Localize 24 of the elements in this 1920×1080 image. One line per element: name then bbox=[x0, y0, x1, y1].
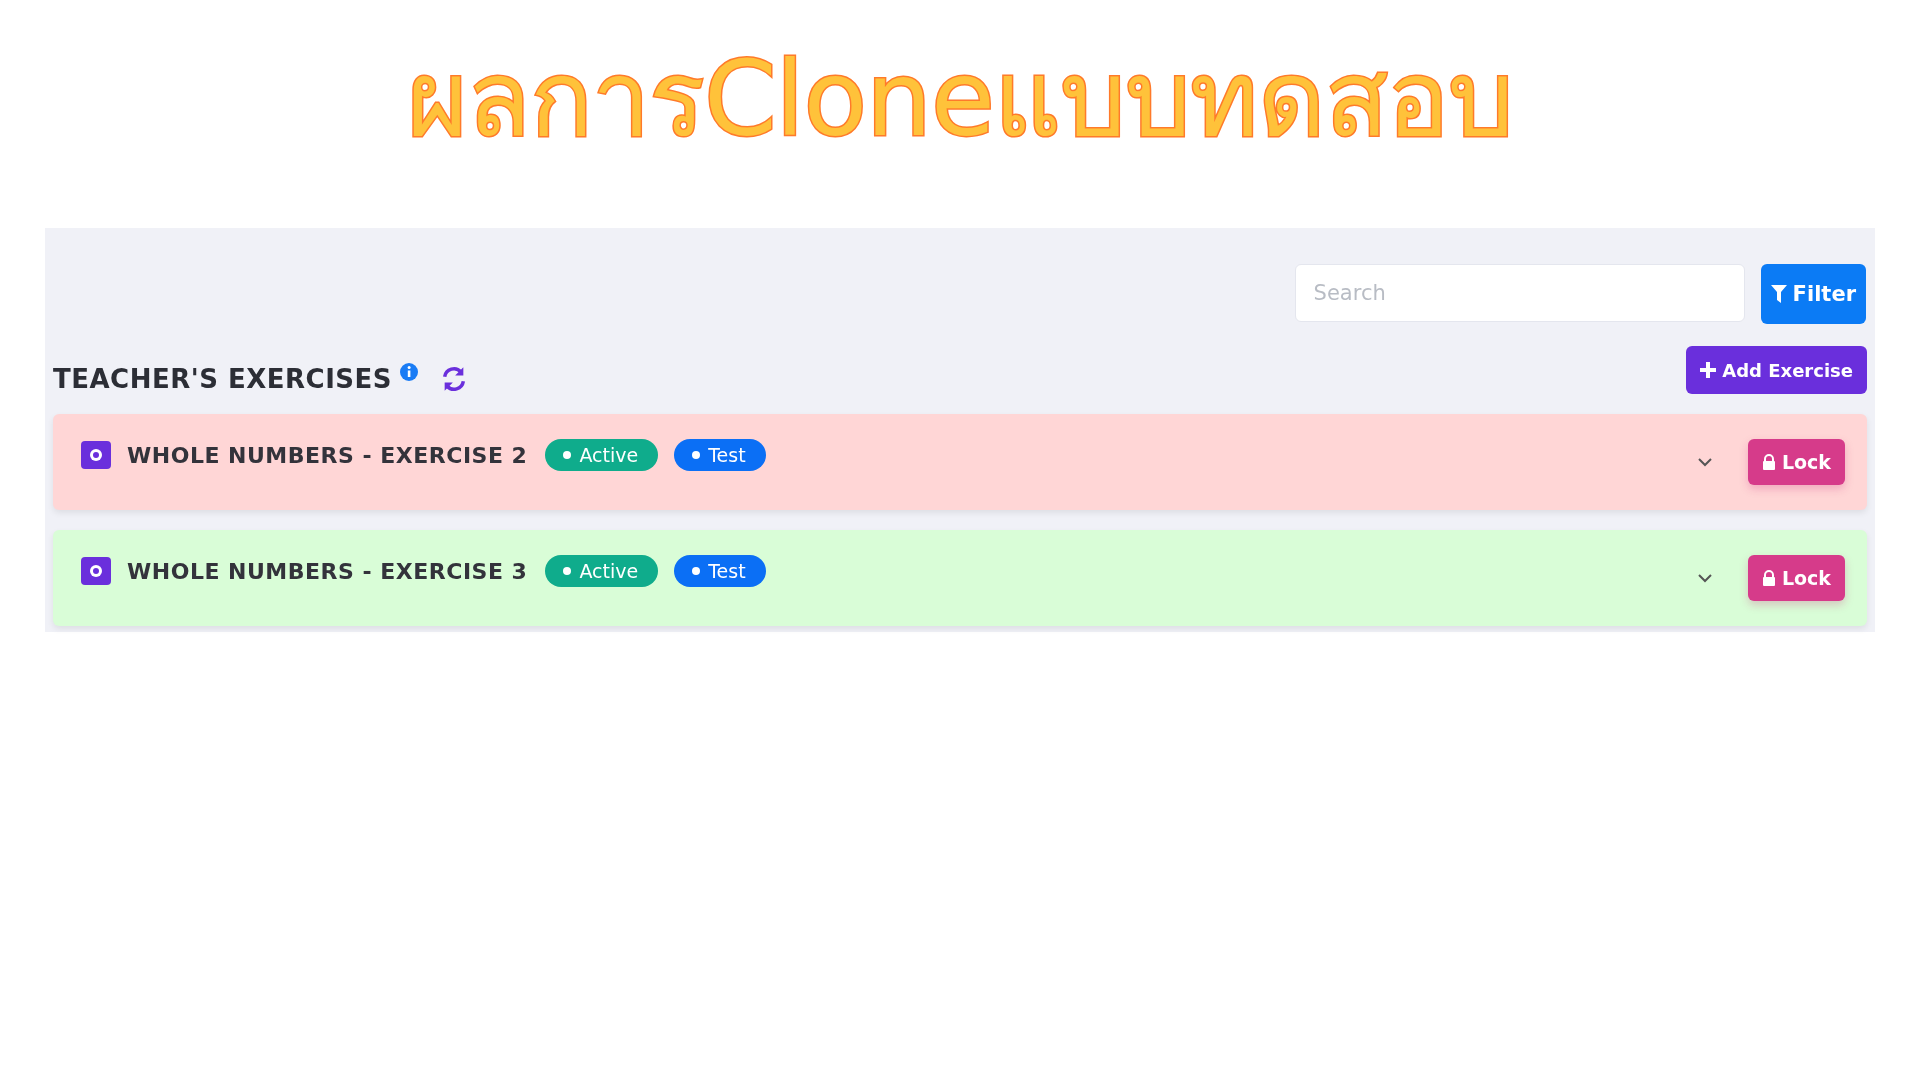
lock-icon bbox=[1761, 570, 1776, 586]
chevron-down-icon[interactable] bbox=[1697, 457, 1712, 467]
info-icon[interactable] bbox=[400, 363, 419, 381]
exercise-title: WHOLE NUMBERS - EXERCISE 2 bbox=[127, 442, 528, 468]
page-headline: ผลการCloneแบบทดสอบ bbox=[406, 37, 1513, 162]
exercise-row[interactable]: WHOLE NUMBERS - EXERCISE 2 Active Test Lock bbox=[53, 414, 1867, 510]
filter-button[interactable]: Filter bbox=[1760, 264, 1866, 324]
status-tag: Test bbox=[674, 439, 766, 471]
status-tag: Test bbox=[674, 555, 766, 587]
chevron-down-icon[interactable] bbox=[1697, 573, 1712, 583]
section-title: TEACHER'S EXERCISES bbox=[53, 364, 393, 394]
lock-button[interactable]: Lock bbox=[1747, 555, 1845, 601]
lock-button[interactable]: Lock bbox=[1747, 439, 1845, 485]
status-tag: Active bbox=[545, 439, 659, 471]
exercise-icon bbox=[81, 441, 111, 469]
filter-icon bbox=[1770, 285, 1787, 303]
exercise-title: WHOLE NUMBERS - EXERCISE 3 bbox=[127, 558, 528, 584]
exercise-row[interactable]: WHOLE NUMBERS - EXERCISE 3 Active Test Lock bbox=[53, 530, 1867, 626]
search-field[interactable]: Search bbox=[1294, 264, 1745, 322]
status-tag: Active bbox=[545, 555, 659, 587]
exercise-icon bbox=[81, 557, 111, 585]
lock-icon bbox=[1761, 454, 1776, 470]
plus-icon bbox=[1700, 362, 1717, 378]
add-exercise-button[interactable]: Add Exercise bbox=[1686, 346, 1867, 394]
